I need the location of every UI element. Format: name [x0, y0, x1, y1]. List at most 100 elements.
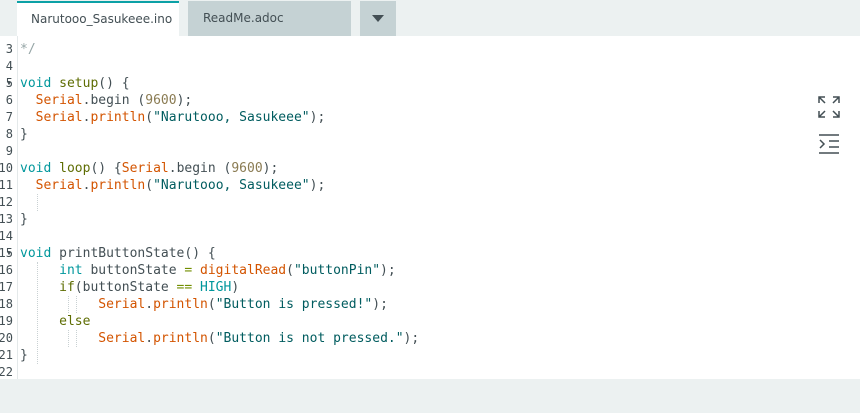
line-number: 11 [0, 178, 13, 192]
indent-guide [68, 330, 69, 347]
line-number: 14 [0, 229, 13, 243]
code-token: } [20, 212, 28, 227]
code-token: else [59, 314, 91, 329]
code-line[interactable]: 15 ▾ void printButtonState() { [0, 245, 800, 262]
code-text: Serial.println("Narutooo, Sasukeee"); [20, 109, 326, 126]
code-editor[interactable]: 3 */4 5 ▾ void setup() {6 Serial.begin (9600… [0, 36, 860, 379]
code-line[interactable]: 6 Serial.begin (9600); [0, 92, 800, 109]
code-token: Serial [121, 161, 169, 176]
line-number: 18 [0, 297, 13, 311]
chevron-down-icon [372, 15, 384, 22]
code-line[interactable]: 11 Serial.println("Narutooo, Sasukeee"); [0, 177, 800, 194]
code-token: println [90, 178, 146, 193]
code-text: } [20, 126, 28, 143]
code-text: } [20, 211, 28, 228]
indent-guide [68, 296, 69, 313]
code-line[interactable]: 17 if(buttonState == HIGH) [0, 279, 800, 296]
code-token: == [176, 280, 193, 295]
code-token: Serial [35, 178, 83, 193]
code-line[interactable]: 18 Serial.println("Button is pressed!"); [0, 296, 800, 313]
line-number: 8 [5, 127, 13, 141]
code-token: loop [59, 161, 91, 176]
indent-icon[interactable] [818, 133, 840, 155]
status-area [0, 379, 860, 413]
code-token: println [90, 110, 146, 125]
code-token: void [20, 246, 52, 261]
code-text: Serial.println("Narutooo, Sasukeee"); [20, 177, 326, 194]
code-token: "Button is not pressed." [215, 331, 404, 346]
code-line[interactable]: 22 [0, 364, 800, 379]
code-token: ( [207, 297, 216, 312]
code-token: } [20, 127, 28, 142]
code-token: ); [380, 263, 396, 278]
indent-guide [76, 296, 77, 313]
code-text: void setup() { [20, 75, 130, 92]
code-token: ( [145, 178, 154, 193]
code-token: HIGH [200, 280, 232, 295]
code-text: */ [20, 41, 36, 58]
code-line[interactable]: 7 Serial.println("Narutooo, Sasukeee"); [0, 109, 800, 126]
code-text: Serial.begin (9600); [20, 92, 193, 109]
code-token: ( [286, 263, 294, 278]
expand-icon[interactable] [818, 96, 840, 118]
code-token: begin [176, 161, 216, 176]
line-number: 3 [5, 42, 13, 56]
code-line[interactable]: 20 Serial.println("Button is not pressed… [0, 330, 800, 347]
code-line[interactable]: 14 [0, 228, 800, 245]
code-line[interactable]: 9 [0, 143, 800, 160]
code-token: buttonState [82, 263, 185, 278]
code-line[interactable]: 4 [0, 58, 800, 75]
code-line[interactable]: 5 ▾ void setup() { [0, 75, 800, 92]
code-line[interactable]: 8} [0, 126, 800, 143]
code-token: ( [207, 331, 216, 346]
code-token: if [59, 280, 75, 295]
code-token: Serial [35, 110, 83, 125]
code-token: . [168, 161, 177, 176]
indent-guide [76, 330, 77, 347]
line-number: 22 [0, 365, 13, 379]
line-number: 4 [5, 59, 13, 73]
code-token: printButtonState() { [51, 246, 216, 261]
code-text: int buttonState = digitalRead("buttonPin… [20, 262, 396, 279]
tab-menu-button[interactable] [360, 1, 396, 36]
code-line[interactable]: 12 [0, 194, 800, 211]
fold-marker-icon[interactable]: ▾ [6, 75, 12, 92]
indent-guide [37, 262, 38, 364]
code-line[interactable]: 19 else [0, 313, 800, 330]
code-token: . [145, 331, 154, 346]
line-number: 20 [0, 331, 13, 345]
code-token: "Narutooo, Sasukeee" [153, 178, 310, 193]
code-line[interactable]: 16 int buttonState = digitalRead("button… [0, 262, 800, 279]
tab-bar: Narutooo_Sasukeee.ino ReadMe.adoc [0, 0, 860, 36]
code-token: ); [309, 178, 326, 193]
tab-readme-adoc[interactable]: ReadMe.adoc [188, 1, 351, 36]
code-line[interactable]: 13} [0, 211, 800, 228]
code-token: . [145, 297, 154, 312]
code-token: setup [59, 76, 99, 91]
line-number: 10 [0, 161, 13, 175]
code-token: digitalRead [200, 263, 287, 278]
code-token: 9600 [231, 161, 263, 176]
fold-marker-icon[interactable]: ▾ [6, 245, 12, 262]
code-text: if(buttonState == HIGH) [20, 279, 239, 296]
code-text: } [20, 347, 28, 364]
line-number: 17 [0, 280, 13, 294]
code-line[interactable]: 3 */ [0, 41, 800, 58]
code-token: Serial [98, 331, 146, 346]
code-token: void [20, 76, 52, 91]
tab-narutooo-sasukeee-ino[interactable]: Narutooo_Sasukeee.ino [17, 1, 179, 36]
code-line[interactable]: 21} [0, 347, 800, 364]
code-token: ( [129, 93, 146, 108]
line-number: 21 [0, 348, 13, 362]
code-text: else [20, 313, 90, 330]
code-line[interactable]: 10 void loop() {Serial.begin (9600); [0, 160, 800, 177]
